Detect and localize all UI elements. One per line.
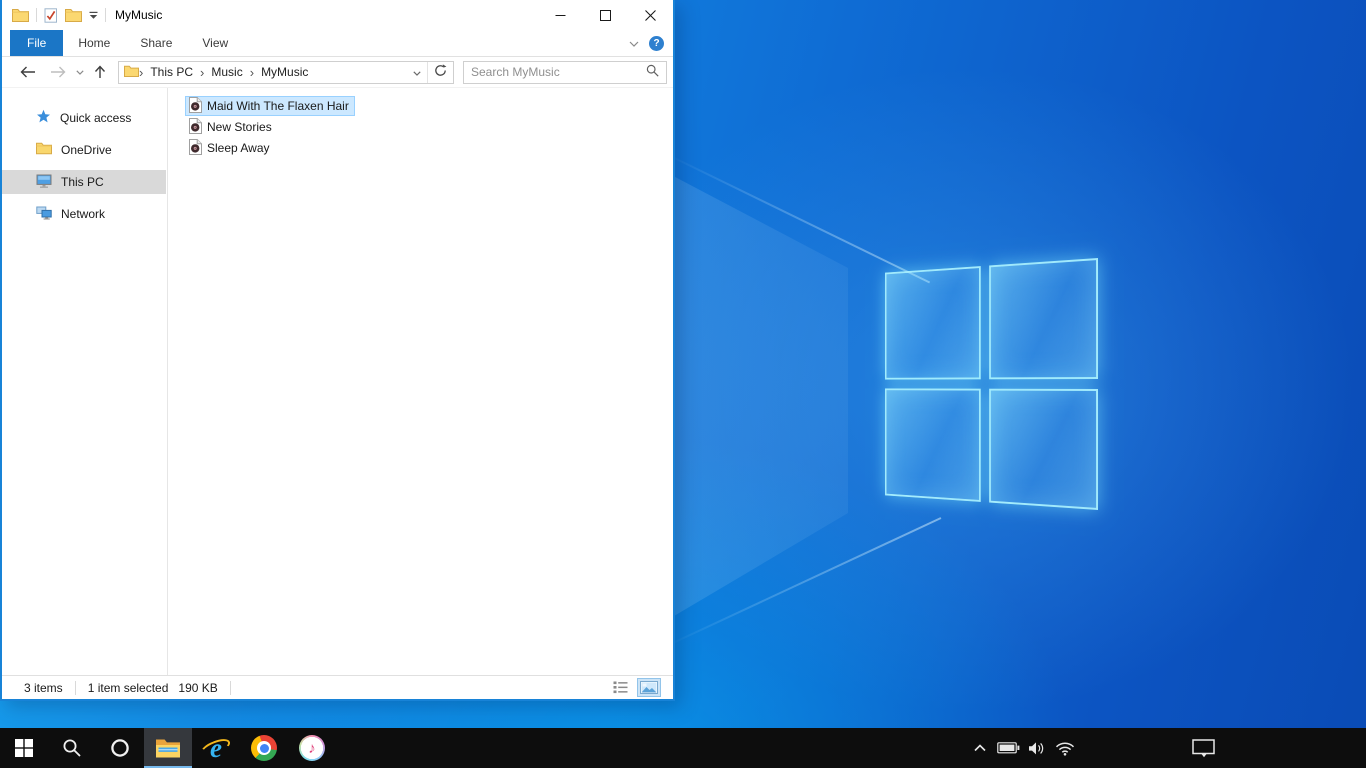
refresh-button[interactable] <box>434 64 447 80</box>
tab-home[interactable]: Home <box>63 30 125 56</box>
internet-explorer-icon: e <box>198 734 233 762</box>
tab-file[interactable]: File <box>10 30 64 56</box>
windows-logo-pane <box>989 258 1098 380</box>
window-title: MyMusic <box>115 8 163 22</box>
sidebar-item-this-pc[interactable]: This PC <box>2 170 166 194</box>
window-controls <box>538 0 673 30</box>
status-bar: 3 items 1 item selected 190 KB <box>2 675 673 699</box>
details-view-button[interactable] <box>610 678 631 697</box>
search-icon[interactable] <box>646 64 659 80</box>
sidebar-item-label: This PC <box>61 175 104 189</box>
taskbar-search-button[interactable] <box>48 728 96 768</box>
view-toggles <box>610 678 661 697</box>
taskbar-itunes-button[interactable]: ♪ <box>288 728 336 768</box>
customize-quick-access-toolbar-button[interactable] <box>89 11 98 20</box>
sidebar-item-label: Quick access <box>60 111 132 125</box>
taskbar-internet-explorer-button[interactable]: e <box>192 728 240 768</box>
recent-locations-chevron[interactable] <box>76 69 84 75</box>
itunes-icon: ♪ <box>299 735 325 761</box>
quick-access-toolbar <box>2 7 106 23</box>
items-count: 3 items <box>24 680 63 695</box>
navigation-bar: › This PC › Music › MyMusic <box>2 57 673 88</box>
music-file-icon <box>189 117 202 137</box>
address-dropdown-chevron[interactable] <box>413 65 421 79</box>
music-file-icon <box>189 96 202 116</box>
sidebar-item-network[interactable]: Network <box>2 202 166 226</box>
system-tray <box>946 728 1366 768</box>
wallpaper-beam-edge-bottom <box>659 517 942 650</box>
chrome-icon <box>251 735 277 761</box>
window-body: Quick access OneDrive This PC Network Ma… <box>2 88 673 675</box>
navigation-pane: Quick access OneDrive This PC Network <box>2 88 168 675</box>
status-separator <box>229 680 231 695</box>
up-button[interactable] <box>94 65 106 79</box>
ribbon-right-controls: ? <box>629 30 673 56</box>
volume-icon[interactable] <box>1024 728 1050 768</box>
selection-size: 190 KB <box>178 680 218 695</box>
sidebar-item-label: OneDrive <box>61 143 112 157</box>
window-folder-icon <box>12 8 29 22</box>
properties-button[interactable] <box>44 7 58 23</box>
address-bar[interactable]: › This PC › Music › MyMusic <box>118 60 454 84</box>
start-button[interactable] <box>0 728 48 768</box>
taskbar: e ♪ <box>0 728 1366 768</box>
windows-logo-pane <box>989 388 1098 510</box>
file-item-sleep-away[interactable]: Sleep Away <box>185 138 276 158</box>
qat-separator <box>36 8 37 22</box>
battery-icon[interactable] <box>994 728 1022 768</box>
back-button[interactable] <box>20 66 36 78</box>
cortana-button[interactable] <box>96 728 144 768</box>
taskbar-chrome-button[interactable] <box>240 728 288 768</box>
minimize-button[interactable] <box>538 0 583 30</box>
file-name: New Stories <box>207 120 272 134</box>
forward-button-disabled[interactable] <box>50 66 66 78</box>
file-explorer-window: MyMusic File Home Share View ? › This PC… <box>0 0 675 701</box>
action-center-icon[interactable] <box>1186 728 1220 768</box>
status-separator <box>74 680 76 695</box>
windows-logo-pane <box>885 388 981 502</box>
sidebar-item-label: Network <box>61 207 106 221</box>
maximize-button[interactable] <box>583 0 628 30</box>
tab-share[interactable]: Share <box>125 30 187 56</box>
close-button[interactable] <box>628 0 673 30</box>
music-file-icon <box>189 138 202 158</box>
file-list[interactable]: Maid With The Flaxen Hair New Stories Sl… <box>168 88 673 675</box>
file-item-new-stories[interactable]: New Stories <box>185 117 278 137</box>
onedrive-folder-icon <box>36 142 52 158</box>
tab-view[interactable]: View <box>187 30 243 56</box>
search-input[interactable] <box>471 65 646 79</box>
windows-logo <box>885 258 1098 510</box>
search-box[interactable] <box>463 60 667 84</box>
file-name: Maid With The Flaxen Hair <box>207 99 349 113</box>
network-icon <box>36 206 52 223</box>
address-folder-icon <box>124 65 139 80</box>
file-item-maid-with-the-flaxen-hair[interactable]: Maid With The Flaxen Hair <box>185 96 355 116</box>
sidebar-item-onedrive[interactable]: OneDrive <box>2 138 166 162</box>
sidebar-item-quick-access[interactable]: Quick access <box>2 106 166 130</box>
this-pc-monitor-icon <box>36 174 52 191</box>
expand-ribbon-chevron-icon[interactable] <box>629 36 639 50</box>
wallpaper-beam-edge-top <box>659 150 931 284</box>
ribbon-tab-bar: File Home Share View ? <box>2 30 673 57</box>
windows-logo-pane <box>885 266 981 380</box>
breadcrumb-this-pc[interactable]: This PC <box>143 65 200 79</box>
titlebar: MyMusic <box>2 0 673 30</box>
hidden-icons-chevron[interactable] <box>970 728 990 768</box>
breadcrumb-mymusic[interactable]: MyMusic <box>254 65 315 79</box>
taskbar-file-explorer-button[interactable] <box>144 728 192 768</box>
address-divider <box>427 61 428 83</box>
new-folder-button[interactable] <box>65 8 82 22</box>
large-thumbnails-view-button[interactable] <box>637 678 661 697</box>
help-button[interactable]: ? <box>649 35 664 51</box>
file-name: Sleep Away <box>207 141 270 155</box>
quick-access-star-icon <box>36 109 51 127</box>
breadcrumb-music[interactable]: Music <box>204 65 249 79</box>
qat-separator <box>105 8 106 22</box>
wifi-icon[interactable] <box>1052 728 1078 768</box>
selection-count: 1 item selected <box>87 680 169 695</box>
